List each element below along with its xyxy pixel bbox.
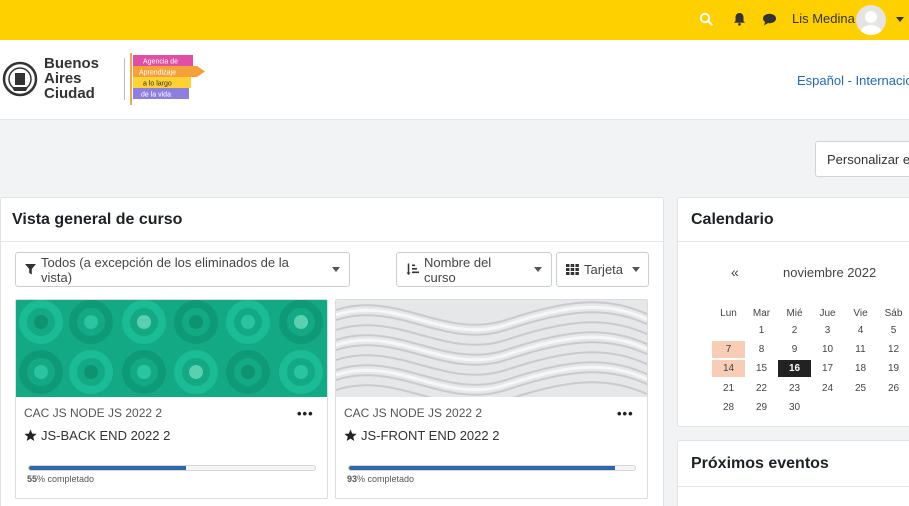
- divider: [678, 486, 909, 487]
- course-image[interactable]: [16, 300, 328, 397]
- buenos-aires-seal-logo: [2, 61, 38, 97]
- language-selector[interactable]: Español - Internacio: [797, 73, 909, 88]
- course-image[interactable]: [336, 300, 648, 397]
- filter-icon: [25, 264, 36, 275]
- calendar-day[interactable]: 8: [745, 341, 778, 358]
- calendar-day[interactable]: 17: [811, 360, 844, 377]
- calendar-weekday: Mar: [752, 308, 771, 319]
- calendar-day[interactable]: 24: [811, 380, 844, 397]
- calendar-day[interactable]: 2: [778, 322, 811, 339]
- agency-line-3: a lo largo: [143, 81, 172, 88]
- calendar-day[interactable]: 3: [811, 322, 844, 339]
- calendar-weekday: Vie: [853, 308, 868, 319]
- chevron-down-icon: [534, 267, 542, 272]
- calendar-day[interactable]: 23: [778, 380, 811, 397]
- calendar-month-label: noviembre 2022: [783, 265, 877, 280]
- course-card[interactable]: CAC JS NODE JS 2022 2 ••• JS-FRONT END 2…: [335, 299, 648, 499]
- city-line-2: Aires: [44, 70, 82, 87]
- calendar-day[interactable]: 10: [811, 341, 844, 358]
- progress-suffix: % completado: [357, 474, 415, 484]
- progress-value: 93: [347, 474, 358, 484]
- divider: [1, 241, 663, 242]
- chat-icon[interactable]: [760, 10, 778, 28]
- more-options-icon[interactable]: •••: [617, 406, 634, 421]
- progress-text: 55% completado: [27, 474, 94, 484]
- calendar-day[interactable]: 22: [745, 380, 778, 397]
- calendar-weekday: Mié: [786, 308, 803, 319]
- user-name[interactable]: Lis Medina: [792, 11, 855, 26]
- top-navbar: [0, 0, 909, 40]
- calendar-today[interactable]: 16: [778, 360, 811, 378]
- view-label: Tarjeta: [584, 262, 624, 277]
- city-line-1: Buenos: [44, 55, 100, 72]
- calendar-day[interactable]: 1: [745, 322, 778, 339]
- sort-dropdown[interactable]: Nombre del curso: [396, 252, 552, 287]
- agency-line-4: de la vida: [141, 92, 171, 99]
- course-category: CAC JS NODE JS 2022 2: [24, 406, 163, 420]
- calendar-weekday: Lun: [720, 308, 737, 319]
- city-line-3: Ciudad: [44, 85, 95, 102]
- calendar-day[interactable]: 4: [844, 322, 877, 339]
- agency-line-2: Aprendizaje: [139, 70, 176, 77]
- upcoming-events-panel: [677, 440, 909, 506]
- customize-page-button[interactable]: Personalizar e: [815, 141, 909, 177]
- progress-text: 93% completado: [347, 474, 414, 484]
- course-overview-title: Vista general de curso: [12, 211, 183, 228]
- grouping-filter-label: Todos (a excepción de los eliminados de …: [41, 254, 289, 285]
- progress-bar: [348, 465, 636, 471]
- sort-icon: [406, 263, 419, 276]
- agency-line-1: Agencia de: [143, 59, 178, 66]
- course-name-label: JS-FRONT END 2022 2: [361, 428, 500, 443]
- calendar-day[interactable]: 28: [712, 399, 745, 416]
- calendar-title: Calendario: [691, 211, 774, 228]
- course-category: CAC JS NODE JS 2022 2: [344, 406, 483, 420]
- divider: [678, 241, 909, 242]
- bell-icon[interactable]: [730, 10, 748, 28]
- calendar-day[interactable]: 25: [844, 380, 877, 397]
- more-options-icon[interactable]: •••: [297, 406, 314, 421]
- calendar-day[interactable]: 9: [778, 341, 811, 358]
- calendar-weekday: Sáb: [884, 308, 903, 319]
- course-card[interactable]: CAC JS NODE JS 2022 2 ••• JS-BACK END 20…: [15, 299, 328, 499]
- star-icon: [24, 429, 37, 442]
- calendar-prev-month[interactable]: «: [731, 264, 739, 280]
- course-name[interactable]: JS-BACK END 2022 2: [24, 428, 170, 443]
- calendar-day[interactable]: 11: [844, 341, 877, 358]
- calendar-day[interactable]: 18: [844, 360, 877, 377]
- grouping-filter-dropdown[interactable]: Todos (a excepción de los eliminados de …: [15, 252, 350, 287]
- calendar-day[interactable]: 15: [745, 360, 778, 377]
- upcoming-events-title: Próximos eventos: [691, 455, 829, 472]
- calendar-day[interactable]: 21: [712, 380, 745, 397]
- chevron-down-icon[interactable]: [896, 17, 904, 22]
- progress-suffix: % completado: [37, 474, 95, 484]
- calendar-day[interactable]: 14: [712, 360, 745, 378]
- chevron-down-icon: [332, 267, 340, 272]
- calendar-day[interactable]: 29: [745, 399, 778, 416]
- logo-divider: [124, 58, 125, 100]
- progress-value: 55: [27, 474, 38, 484]
- progress-bar: [28, 465, 316, 471]
- course-name-label: JS-BACK END 2022 2: [41, 428, 171, 443]
- search-icon[interactable]: [697, 10, 715, 28]
- view-dropdown[interactable]: Tarjeta: [556, 252, 649, 287]
- calendar-day[interactable]: 26: [877, 380, 909, 397]
- star-icon: [344, 429, 357, 442]
- calendar-day[interactable]: 12: [877, 341, 909, 358]
- calendar-weekday: Jue: [819, 308, 836, 319]
- calendar-day[interactable]: 30: [778, 399, 811, 416]
- calendar-day[interactable]: 5: [877, 322, 909, 339]
- progress-bar-fill: [29, 466, 187, 470]
- sort-label: Nombre del curso: [424, 254, 492, 285]
- city-logo-text: Buenos Aires Ciudad: [44, 56, 99, 101]
- progress-bar-fill: [349, 466, 615, 470]
- calendar-day[interactable]: 7: [712, 341, 745, 359]
- avatar[interactable]: [856, 5, 886, 35]
- agency-logo: Agencia de Aprendizaje a lo largo de la …: [130, 53, 205, 105]
- calendar-day[interactable]: 19: [877, 360, 909, 377]
- course-name[interactable]: JS-FRONT END 2022 2: [344, 428, 499, 443]
- grid-icon: [566, 264, 579, 275]
- chevron-down-icon: [632, 267, 641, 272]
